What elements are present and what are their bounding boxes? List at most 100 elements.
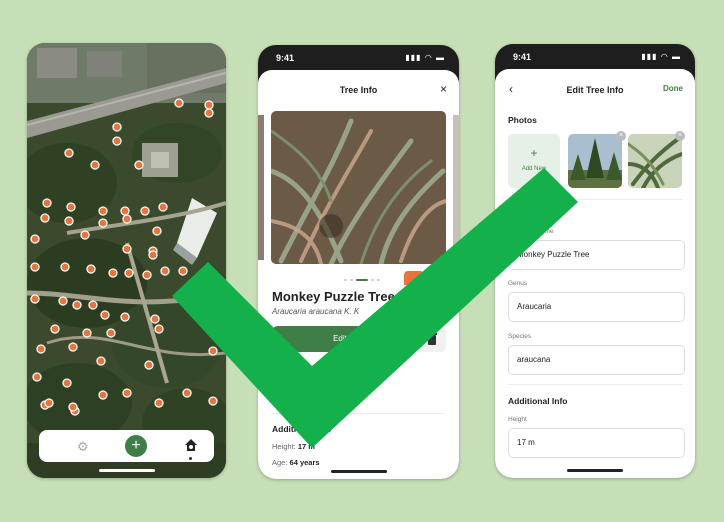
tree-marker[interactable] xyxy=(40,213,50,223)
common-name-label: Common Name xyxy=(508,228,554,235)
tree-marker[interactable] xyxy=(182,388,192,398)
tree-marker[interactable] xyxy=(68,342,78,352)
tree-marker[interactable] xyxy=(106,328,116,338)
tree-marker[interactable] xyxy=(112,122,122,132)
tree-marker[interactable] xyxy=(148,250,158,260)
species-field[interactable]: araucana xyxy=(508,345,685,375)
tree-marker[interactable] xyxy=(80,230,90,240)
tree-marker[interactable] xyxy=(174,98,184,108)
edit-button[interactable]: Edit xyxy=(272,326,408,352)
age-value: 64 years xyxy=(289,458,320,467)
tree-marker[interactable] xyxy=(30,294,40,304)
status-bar: 9:41 ▮▮▮ ◠ ▬ xyxy=(495,44,695,72)
tree-icon[interactable] xyxy=(184,438,198,454)
tree-marker[interactable] xyxy=(58,296,68,306)
common-name-field[interactable]: Monkey Puzzle Tree xyxy=(508,240,685,270)
tree-marker[interactable] xyxy=(204,100,214,110)
tree-marker[interactable] xyxy=(90,160,100,170)
prev-photo-peek[interactable] xyxy=(258,115,264,260)
tree-marker[interactable] xyxy=(208,396,218,406)
add-tree-button[interactable]: + xyxy=(125,435,147,457)
status-time: 9:41 xyxy=(513,52,532,62)
tree-marker[interactable] xyxy=(86,264,96,274)
additional-info-title: Additional Info xyxy=(508,396,568,406)
stage: ⚙ + 9:41 ▮▮▮ ◠ ▬ Tree Info × Monkey Puzz… xyxy=(0,0,724,522)
tree-marker[interactable] xyxy=(88,300,98,310)
tree-marker[interactable] xyxy=(122,244,132,254)
delete-button[interactable] xyxy=(418,326,446,352)
tree-marker[interactable] xyxy=(208,346,218,356)
home-indicator xyxy=(98,469,155,472)
tree-marker[interactable] xyxy=(204,108,214,118)
tree-marker[interactable] xyxy=(64,148,74,158)
sheet-title: Tree Info xyxy=(339,85,378,95)
tree-marker[interactable] xyxy=(98,390,108,400)
remove-photo-icon[interactable]: × xyxy=(616,131,626,141)
tree-marker[interactable] xyxy=(140,206,150,216)
height-field[interactable]: 17 m xyxy=(508,428,685,458)
gear-icon[interactable]: ⚙ xyxy=(77,439,89,455)
next-photo-peek[interactable] xyxy=(453,115,459,260)
common-name-value: Monkey Puzzle Tree xyxy=(517,250,590,259)
tree-marker[interactable] xyxy=(112,136,122,146)
add-photo-button[interactable]: + Add New xyxy=(508,134,560,188)
tree-marker[interactable] xyxy=(60,262,70,272)
tree-photo[interactable] xyxy=(271,111,446,264)
tree-marker[interactable] xyxy=(124,268,134,278)
tree-marker[interactable] xyxy=(30,262,40,272)
tree-marker[interactable] xyxy=(44,398,54,408)
tree-marker[interactable] xyxy=(96,356,106,366)
tree-marker[interactable] xyxy=(68,402,78,412)
height-value: 17 m xyxy=(517,438,535,447)
height-row: Height: 17 m xyxy=(272,442,315,451)
tree-marker[interactable] xyxy=(82,328,92,338)
tree-marker[interactable] xyxy=(122,214,132,224)
close-icon[interactable]: × xyxy=(440,82,447,96)
tree-marker[interactable] xyxy=(72,300,82,310)
tree-marker[interactable] xyxy=(144,360,154,370)
status-icons: ▮▮▮ ◠ ▬ xyxy=(641,52,681,61)
tree-marker[interactable] xyxy=(120,312,130,322)
tree-marker[interactable] xyxy=(36,344,46,354)
tree-marker[interactable] xyxy=(154,324,164,334)
tree-info-phone: 9:41 ▮▮▮ ◠ ▬ Tree Info × Monkey Puzzle T… xyxy=(258,45,459,479)
tree-marker[interactable] xyxy=(158,202,168,212)
tree-marker[interactable] xyxy=(32,372,42,382)
photo-thumbnail[interactable] xyxy=(568,134,622,188)
tree-marker[interactable] xyxy=(134,160,144,170)
tree-marker[interactable] xyxy=(50,324,60,334)
home-indicator xyxy=(567,469,623,472)
done-button[interactable]: Done xyxy=(663,84,683,93)
tree-marker[interactable] xyxy=(42,198,52,208)
tree-marker[interactable] xyxy=(150,314,160,324)
tree-marker[interactable] xyxy=(154,398,164,408)
tree-marker[interactable] xyxy=(160,266,170,276)
tree-marker[interactable] xyxy=(100,310,110,320)
species-value: araucana xyxy=(517,355,551,364)
tree-marker[interactable] xyxy=(152,226,162,236)
tree-marker[interactable] xyxy=(64,216,74,226)
satellite-map[interactable] xyxy=(27,43,226,478)
tree-name: Monkey Puzzle Tree xyxy=(272,289,395,304)
tree-marker[interactable] xyxy=(62,378,72,388)
tree-marker[interactable] xyxy=(98,206,108,216)
edit-tree-phone: 9:41 ▮▮▮ ◠ ▬ ‹ Edit Tree Info Done Photo… xyxy=(495,44,695,478)
age-label: Age: xyxy=(272,458,288,467)
tree-marker[interactable] xyxy=(178,266,188,276)
tree-marker[interactable] xyxy=(98,218,108,228)
map-phone: ⚙ + xyxy=(27,43,226,478)
remove-photo-icon[interactable]: × xyxy=(675,131,685,141)
tree-marker[interactable] xyxy=(122,388,132,398)
category-chip xyxy=(404,271,424,285)
tree-marker[interactable] xyxy=(66,202,76,212)
home-indicator xyxy=(330,470,387,473)
genus-field[interactable]: Araucaria xyxy=(508,292,685,322)
age-row: Age: 64 years xyxy=(272,458,320,467)
tree-marker[interactable] xyxy=(108,268,118,278)
tree-marker[interactable] xyxy=(30,234,40,244)
tree-marker[interactable] xyxy=(120,206,130,216)
status-bar: 9:41 ▮▮▮ ◠ ▬ xyxy=(258,45,459,73)
tree-marker[interactable] xyxy=(142,270,152,280)
photo-thumbnail[interactable] xyxy=(628,134,682,188)
height-label: Height: xyxy=(272,442,296,451)
